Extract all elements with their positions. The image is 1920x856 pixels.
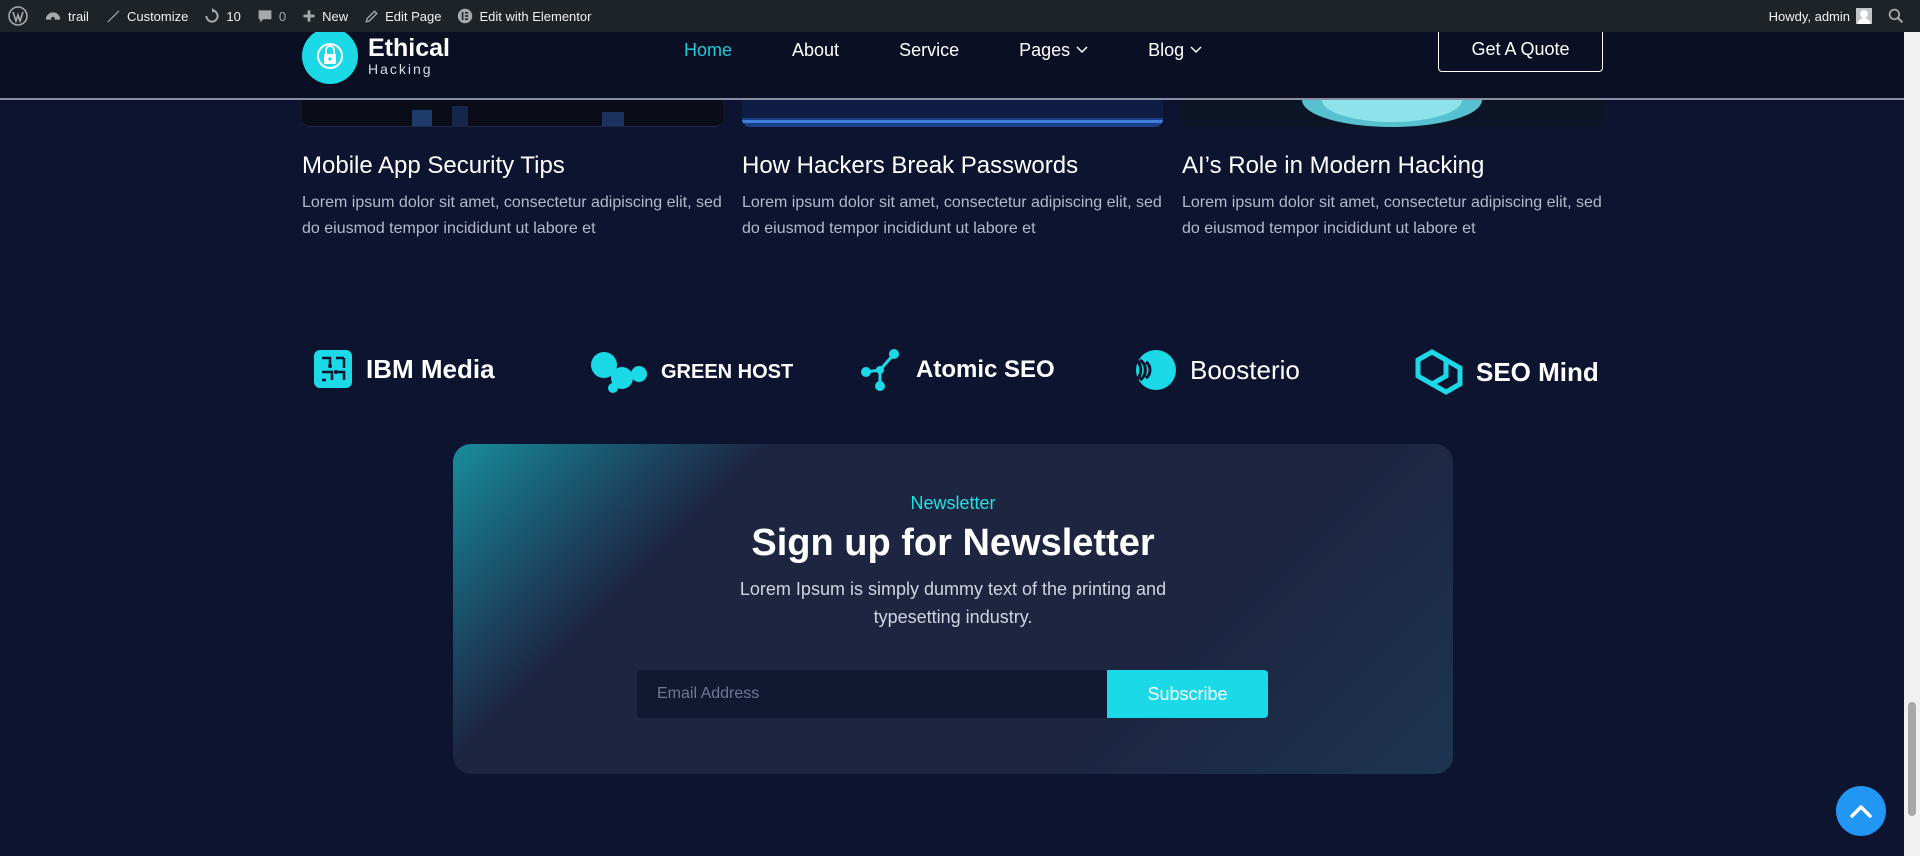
- waves-icon: [1133, 350, 1176, 390]
- site-name-menu[interactable]: trail: [36, 0, 97, 32]
- edit-elementor-link[interactable]: Edit with Elementor: [449, 0, 599, 32]
- brand-name: Boosterio: [1190, 354, 1300, 385]
- chevron-down-icon: [1190, 46, 1202, 54]
- chevron-up-icon: [1850, 805, 1872, 818]
- blog-card-title[interactable]: How Hackers Break Passwords: [742, 152, 1078, 180]
- refresh-icon: [205, 8, 219, 23]
- brand-name: GREEN HOST: [661, 360, 794, 383]
- circuit-icon: [314, 350, 352, 388]
- brush-icon: [107, 10, 120, 23]
- brand-ibm-media: IBM Media: [312, 348, 495, 390]
- elementor-icon: [458, 8, 473, 24]
- brand-boosterio: Boosterio: [1130, 348, 1300, 392]
- nav-about-label: About: [792, 39, 840, 60]
- nav-pages[interactable]: Pages: [1019, 40, 1088, 61]
- brand-atomic-seo: Atomic SEO: [858, 348, 1055, 392]
- new-label: New: [322, 8, 349, 24]
- customize-label: Customize: [126, 8, 189, 24]
- blog-card-image[interactable]: [1182, 100, 1603, 127]
- blog-card-image[interactable]: [302, 100, 723, 127]
- newsletter-section: Newsletter Sign up for Newsletter Lorem …: [453, 444, 1453, 774]
- logo-title: Ethical: [368, 34, 450, 62]
- page-scrollbar[interactable]: [1904, 32, 1920, 856]
- get-quote-button[interactable]: Get A Quote: [1438, 26, 1603, 72]
- brand-seo-mind: SEO Mind: [1414, 348, 1599, 396]
- wp-admin-bar: trail Customize 10 0 New Edit Page Edit …: [0, 0, 1920, 32]
- site-header: Ethical Hacking Home About Service Pages…: [0, 26, 1904, 100]
- nav-home[interactable]: Home: [684, 40, 732, 61]
- new-content-menu[interactable]: New: [294, 0, 356, 32]
- brand-name: SEO Mind: [1476, 356, 1599, 387]
- site-logo[interactable]: Ethical Hacking: [302, 28, 450, 84]
- nav-blog-label: Blog: [1148, 39, 1185, 60]
- edit-page-link[interactable]: Edit Page: [356, 0, 449, 32]
- blog-card-excerpt: Lorem ipsum dolor sit amet, consectetur …: [1182, 194, 1602, 237]
- wordpress-icon: [8, 6, 28, 26]
- newsletter-description: Lorem Ipsum is simply dummy text of the …: [739, 579, 1167, 627]
- blog-card-image[interactable]: [742, 100, 1163, 127]
- howdy-label: Howdy, admin: [1768, 8, 1850, 24]
- nav-home-label: Home: [684, 39, 733, 60]
- account-menu[interactable]: Howdy, admin: [1761, 0, 1880, 32]
- blob-icon: [591, 352, 647, 393]
- customize-link[interactable]: Customize: [97, 0, 196, 32]
- edit-page-label: Edit Page: [385, 8, 442, 24]
- nav-pages-label: Pages: [1019, 39, 1071, 60]
- logo-subtitle: Hacking: [368, 61, 433, 77]
- blog-card-excerpt: Lorem ipsum dolor sit amet, consectetur …: [742, 194, 1162, 237]
- back-to-top-button[interactable]: [1836, 786, 1886, 836]
- molecule-icon: [861, 349, 899, 391]
- updates-link[interactable]: 10: [196, 0, 248, 32]
- nav-service[interactable]: Service: [899, 40, 959, 61]
- avatar: [1856, 8, 1872, 24]
- brand-name: IBM Media: [366, 353, 495, 384]
- dashboard-icon: [45, 12, 61, 21]
- newsletter-title: Sign up for Newsletter: [751, 522, 1155, 564]
- subscribe-button[interactable]: Subscribe: [1107, 670, 1268, 718]
- comment-icon: [258, 10, 272, 23]
- blog-card-title[interactable]: AI’s Role in Modern Hacking: [1182, 152, 1484, 180]
- comments-link[interactable]: 0: [249, 0, 294, 32]
- blog-card-excerpt: Lorem ipsum dolor sit amet, consectetur …: [302, 194, 722, 237]
- nav-blog[interactable]: Blog: [1148, 40, 1202, 61]
- pencil-icon: [365, 9, 378, 23]
- plus-icon: [303, 10, 315, 22]
- updates-count: 10: [226, 8, 241, 24]
- shield-lock-icon: [302, 28, 358, 84]
- blog-card-title[interactable]: Mobile App Security Tips: [302, 152, 565, 180]
- admin-search[interactable]: [1880, 0, 1920, 32]
- edit-elementor-label: Edit with Elementor: [479, 8, 592, 24]
- newsletter-tag: Newsletter: [910, 493, 996, 513]
- brand-green-host: GREEN HOST: [589, 350, 793, 394]
- nav-service-label: Service: [899, 39, 960, 60]
- email-field[interactable]: [637, 670, 1107, 718]
- chevron-down-icon: [1076, 46, 1088, 54]
- search-icon: [1888, 8, 1904, 24]
- hexagon-icon: [1415, 349, 1463, 395]
- site-name: trail: [68, 8, 89, 24]
- comments-count: 0: [278, 8, 287, 24]
- main-nav: Home About Service Pages Blog: [684, 32, 1262, 68]
- brand-name: Atomic SEO: [916, 356, 1055, 383]
- scrollbar-thumb[interactable]: [1908, 702, 1916, 816]
- wp-logo-menu[interactable]: [0, 0, 36, 32]
- nav-about[interactable]: About: [792, 40, 839, 61]
